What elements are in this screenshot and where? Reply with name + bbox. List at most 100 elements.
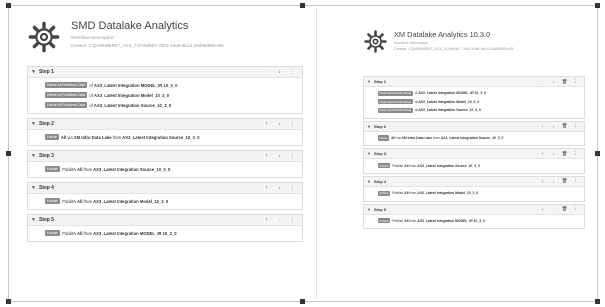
step-header[interactable]: ▼ Step 1 ↑ ↓ ⋮: [28, 67, 302, 78]
action-text: Publish: [62, 198, 78, 204]
more-vertical-icon[interactable]: ⋮: [286, 69, 299, 75]
step-action-row[interactable]: Publish Publish All from AX3_Latest Integ…: [28, 196, 302, 206]
step-header[interactable]: ▼ Step 4 ↑ ↓ 🗑 ⋮: [364, 176, 584, 187]
step-action-row[interactable]: Delete All Published Data of AX3_Latest I…: [364, 98, 584, 107]
action-type-badge: Publish: [378, 218, 391, 224]
arrow-up-icon[interactable]: ↑: [537, 124, 548, 129]
arrow-down-icon[interactable]: ↓: [273, 69, 286, 75]
action-type-badge: Delete All Published Data: [45, 82, 88, 88]
step-action-row[interactable]: Delete All Published Data of AX3_Latest I…: [28, 80, 302, 90]
arrow-down-icon[interactable]: ↓: [273, 121, 286, 127]
action-description: Publish All from AX3_Latest Integration …: [62, 231, 177, 236]
resize-handle-top-left[interactable]: [6, 3, 11, 8]
trash-icon[interactable]: 🗑: [559, 178, 570, 184]
arrow-up-icon[interactable]: ↑: [260, 153, 273, 159]
resize-handle-bottom-left[interactable]: [6, 299, 11, 304]
action-text: Publish: [392, 218, 405, 223]
caret-down-icon[interactable]: ▼: [31, 121, 36, 127]
action-type-badge: Publish: [45, 198, 61, 204]
caret-down-icon[interactable]: ▼: [367, 124, 371, 129]
caret-down-icon[interactable]: ▼: [367, 179, 371, 184]
more-vertical-icon[interactable]: ⋮: [286, 217, 299, 223]
step-action-row[interactable]: Delete All via XM Infor Data Lake from AX…: [28, 132, 302, 142]
arrow-down-icon: ↓: [278, 217, 281, 223]
arrow-down-icon[interactable]: ↓: [273, 153, 286, 159]
more-vertical-icon[interactable]: ⋮: [286, 121, 299, 127]
resize-handle-bottom-middle[interactable]: [300, 299, 305, 304]
step-header[interactable]: ▼ Step 4 ↑ ↓ ⋮: [28, 183, 302, 194]
arrow-up-icon[interactable]: ↑: [260, 217, 273, 223]
resize-handle-middle-right[interactable]: [595, 151, 600, 156]
caret-down-icon[interactable]: ▼: [31, 217, 36, 223]
resize-handle-top-middle[interactable]: [300, 3, 305, 8]
step-header[interactable]: ▼ Step 1 ↑ ↓ 🗑 ⋮: [364, 77, 584, 87]
step-action-row[interactable]: Publish Publish All from AX3_Latest Integ…: [28, 228, 302, 238]
action-target: AX3_Latest Integration Source_10_3_0: [93, 102, 172, 108]
action-description: Publish All from AX3_Latest Integration …: [62, 167, 170, 172]
step-header[interactable]: ▼ Step 5 ↑ ↓ 🗑 ⋮: [364, 204, 584, 215]
caret-down-icon[interactable]: ▼: [367, 207, 371, 212]
step-action-row[interactable]: Delete All Published Data of AX3_Latest I…: [28, 90, 302, 100]
arrow-down-icon[interactable]: ↓: [548, 124, 559, 129]
arrow-up-icon[interactable]: ↑: [537, 207, 548, 212]
step-header[interactable]: ▼ Step 3 ↑ ↓ ⋮: [28, 151, 302, 162]
more-vertical-icon[interactable]: ⋮: [286, 185, 299, 191]
arrow-down-icon[interactable]: ↓: [273, 185, 286, 191]
step-header[interactable]: ▼ Step 2 ↑ ↓ ⋮: [28, 119, 302, 130]
step-title: Step 5: [373, 206, 386, 212]
step-action-row[interactable]: Delete All Published Data of AX3_Latest I…: [28, 100, 302, 110]
workflow-title: XM Datalake Analytics 10.3.0: [394, 30, 491, 39]
more-vertical-icon[interactable]: ⋮: [570, 123, 581, 129]
action-type-badge: Publish: [378, 163, 391, 169]
arrow-down-icon: ↓: [552, 206, 555, 212]
caret-down-icon[interactable]: ▼: [367, 79, 371, 84]
trash-icon[interactable]: 🗑: [559, 123, 570, 129]
arrow-down-icon[interactable]: ↓: [548, 79, 559, 84]
resize-handle-bottom-right[interactable]: [595, 299, 600, 304]
arrow-up-icon[interactable]: ↑: [260, 185, 273, 191]
caret-down-icon[interactable]: ▼: [31, 153, 36, 159]
resize-handle-middle-left[interactable]: [6, 151, 11, 156]
step-header[interactable]: ▼ Step 3 ↑ ↓ 🗑 ⋮: [364, 149, 584, 160]
step-action-row[interactable]: Publish Publish All from AX3_Latest Integ…: [364, 217, 584, 226]
step-action-row[interactable]: Publish Publish All from AX3_Latest Integ…: [28, 164, 302, 174]
step-action-row[interactable]: Publish Publish All from AX3_Latest Integ…: [364, 189, 584, 198]
trash-icon[interactable]: 🗑: [559, 151, 570, 157]
arrow-down-icon[interactable]: ↓: [548, 151, 559, 156]
trash-icon[interactable]: 🗑: [559, 206, 570, 212]
step-action-row[interactable]: Delete All Published Data of AX3_Latest I…: [364, 106, 584, 115]
arrow-up-icon[interactable]: ↑: [537, 179, 548, 184]
more-vertical-icon[interactable]: ⋮: [570, 178, 581, 184]
workflow-step-3: ▼ Step 3 ↑ ↓ 🗑 ⋮ Publish Publish All from AX3_L…: [363, 148, 585, 174]
arrow-up-icon[interactable]: ↑: [537, 151, 548, 156]
action-target: AX3_Latest Integration Model_10_3_0: [418, 99, 480, 104]
workflow-step-4: ▼ Step 4 ↑ ↓ 🗑 ⋮ Publish Publish All from AX3_L…: [363, 175, 585, 202]
more-vertical-icon[interactable]: ⋮: [570, 151, 581, 157]
action-type-badge: Delete: [45, 134, 59, 140]
step-title: Step 4: [38, 185, 54, 191]
resize-handle-top-right[interactable]: [595, 3, 600, 8]
step-action-row[interactable]: Delete All Published Data of AX3_Latest I…: [364, 89, 584, 98]
action-text: from: [408, 191, 418, 196]
action-text: from: [111, 134, 123, 140]
more-vertical-icon[interactable]: ⋮: [570, 79, 581, 85]
arrow-down-icon[interactable]: ↓: [548, 179, 559, 184]
step-title: Step 2: [373, 123, 386, 129]
more-vertical-icon[interactable]: ⋮: [286, 153, 299, 159]
action-type-badge: Publish: [378, 190, 391, 196]
more-vertical-icon[interactable]: ⋮: [570, 206, 581, 212]
arrow-up-icon[interactable]: ↑: [260, 121, 273, 127]
workflow-creator: Creator: CQA0RMBR57_AX3_747e8d9b7-76b2-4…: [71, 43, 224, 48]
step-header[interactable]: ▼ Step 5 ↑ ↓ ⋮: [28, 215, 302, 226]
workflow-step-2: ▼ Step 2 ↑ ↓ ⋮ Delete All via XM Infor Data La…: [27, 118, 303, 146]
workflow-description: Workflow Description: [394, 41, 428, 45]
caret-down-icon[interactable]: ▼: [31, 185, 36, 191]
trash-icon[interactable]: 🗑: [559, 79, 570, 85]
caret-down-icon[interactable]: ▼: [367, 151, 371, 156]
action-text: from: [432, 136, 441, 141]
caret-down-icon[interactable]: ▼: [31, 69, 36, 75]
step-header[interactable]: ▼ Step 2 ↑ ↓ 🗑 ⋮: [364, 121, 584, 132]
step-action-row[interactable]: Publish Publish All from AX3_Latest Integ…: [364, 161, 584, 170]
step-action-row[interactable]: Delete All via XM Infor Data Lake from AX…: [364, 134, 584, 143]
action-description: Publish All from AX3_Latest Integration …: [392, 219, 485, 223]
